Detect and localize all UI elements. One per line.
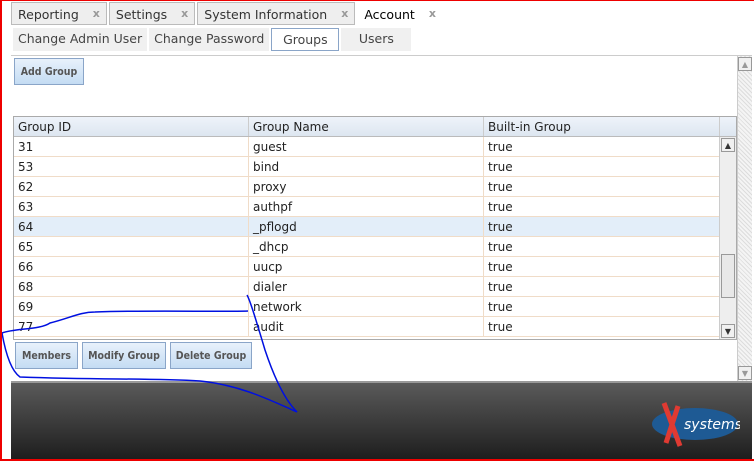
screenshot-border <box>0 0 754 461</box>
